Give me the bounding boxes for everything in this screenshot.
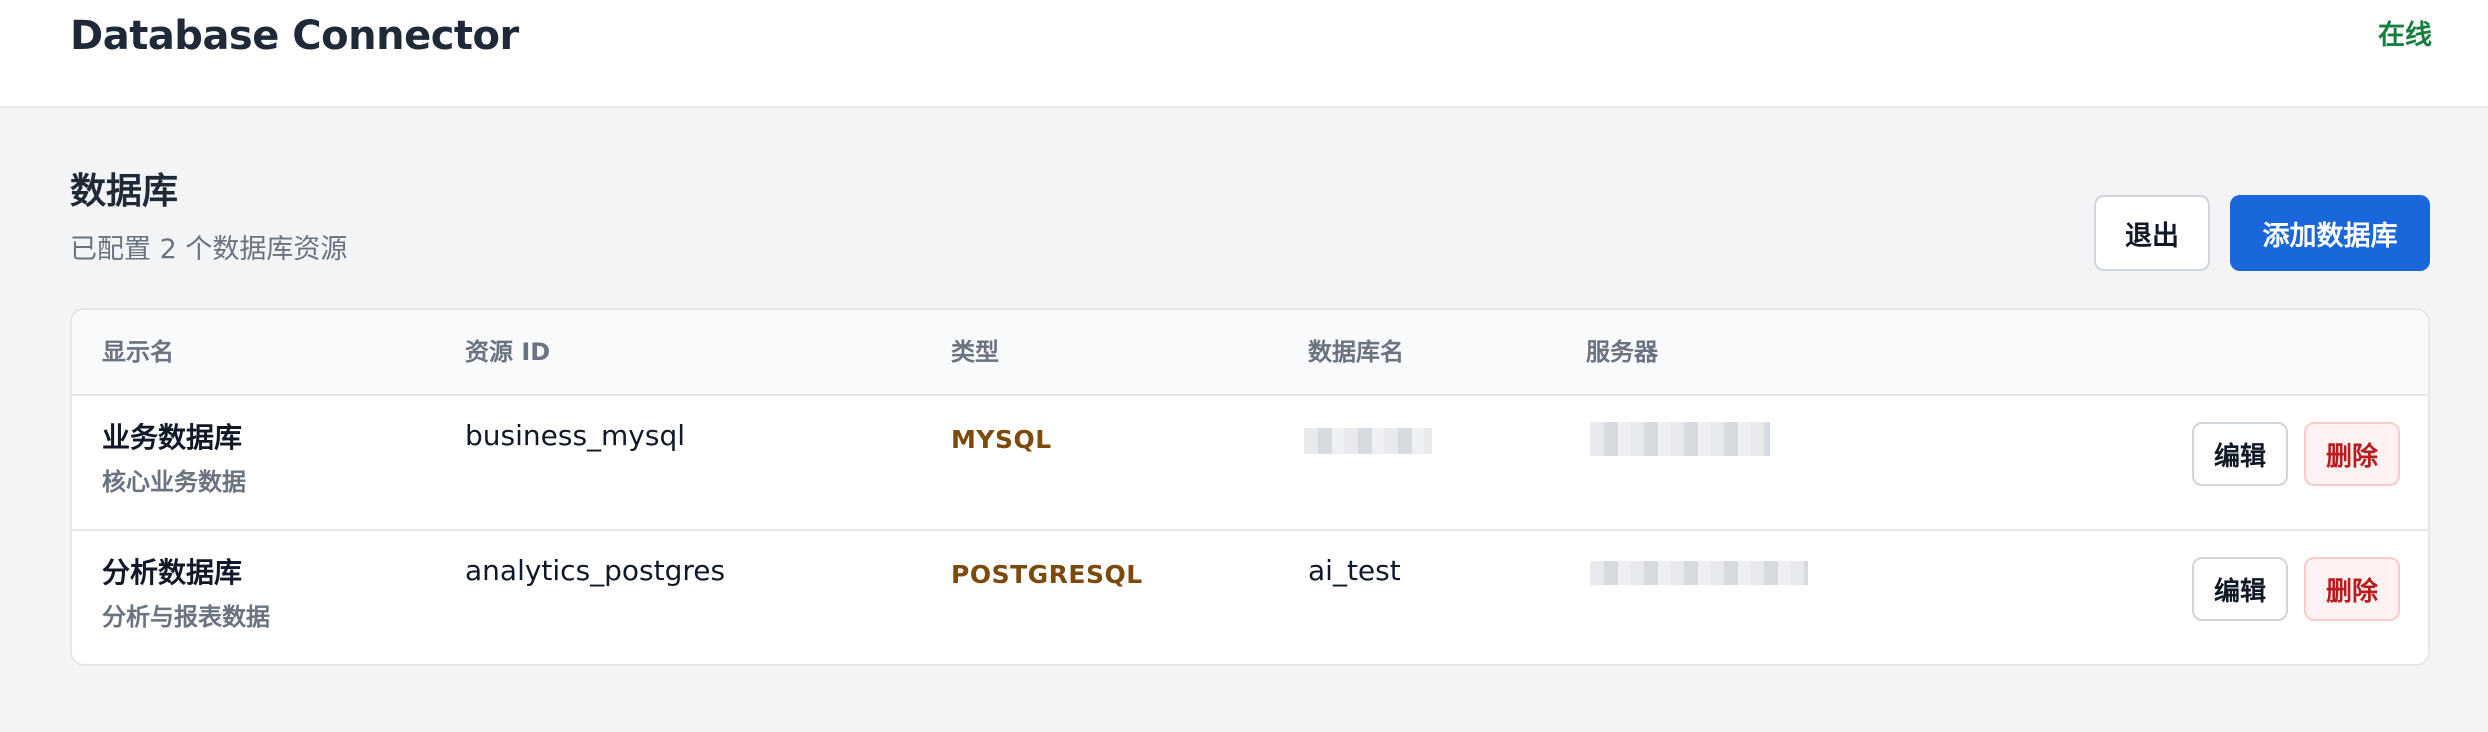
database-name: ai_test <box>1308 554 1401 587</box>
display-description: 分析与报表数据 <box>102 603 270 631</box>
edit-button[interactable]: 编辑 <box>2192 557 2288 621</box>
column-header-resource-id: 资源 ID <box>465 338 551 366</box>
logout-button[interactable]: 退出 <box>2094 195 2210 271</box>
app-title: Database Connector <box>70 13 519 59</box>
redacted-server-address <box>1590 422 1770 456</box>
edit-button[interactable]: 编辑 <box>2192 422 2288 486</box>
display-description: 核心业务数据 <box>102 468 246 496</box>
delete-button[interactable]: 删除 <box>2304 557 2400 621</box>
table-row: 分析数据库 分析与报表数据 analytics_postgres POSTGRE… <box>72 531 2428 664</box>
redacted-server-address <box>1590 561 1808 585</box>
page-title: 数据库 <box>70 171 179 212</box>
display-name: 分析数据库 <box>102 556 243 589</box>
column-header-type: 类型 <box>951 338 999 366</box>
add-database-button[interactable]: 添加数据库 <box>2230 195 2430 271</box>
column-header-database-name: 数据库名 <box>1308 338 1404 366</box>
database-table: 显示名 资源 ID 类型 数据库名 服务器 业务数据库 核心业务数据 busin… <box>70 308 2430 666</box>
table-row: 业务数据库 核心业务数据 business_mysql MYSQL 编辑 删除 <box>72 396 2428 531</box>
display-name: 业务数据库 <box>102 421 243 454</box>
delete-button[interactable]: 删除 <box>2304 422 2400 486</box>
column-header-server: 服务器 <box>1586 338 1658 366</box>
connection-status: 在线 <box>2378 20 2432 51</box>
column-header-display-name: 显示名 <box>102 338 174 366</box>
database-type: MYSQL <box>951 425 1052 454</box>
resource-id: business_mysql <box>465 419 686 452</box>
top-bar: Database Connector 在线 <box>0 0 2488 108</box>
redacted-database-name <box>1304 428 1432 454</box>
page-subtitle: 已配置 2 个数据库资源 <box>70 234 348 265</box>
resource-id: analytics_postgres <box>465 554 726 587</box>
database-type: POSTGRESQL <box>951 560 1143 589</box>
table-header: 显示名 资源 ID 类型 数据库名 服务器 <box>72 310 2428 396</box>
